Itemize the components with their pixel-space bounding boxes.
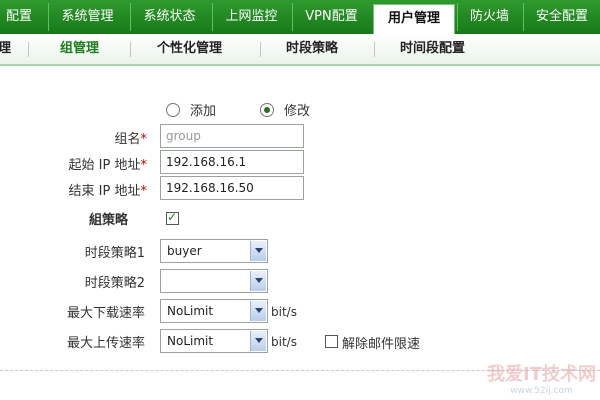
tab-security-config[interactable]: 安全配置 bbox=[523, 3, 600, 31]
max-download-label: 最大下载速率 bbox=[66, 306, 145, 321]
chevron-down-icon bbox=[250, 241, 266, 261]
sub-nav-item-time-period-config[interactable]: 时间段配置 bbox=[400, 34, 465, 64]
time-policy2-label: 时段策略2 bbox=[84, 276, 145, 291]
max-upload-select[interactable]: NoLimit bbox=[160, 329, 268, 353]
tab-system-management[interactable]: 系统管理 bbox=[48, 3, 126, 31]
sub-nav-separator bbox=[130, 42, 131, 57]
top-nav: 配置 系统管理 系统状态 上网监控 VPN配置 用户管理 防火墙 安全配置 bbox=[0, 0, 600, 34]
mode-edit-label: 修改 bbox=[284, 104, 311, 119]
chevron-down-icon bbox=[250, 331, 266, 351]
watermark-text: 我爱IT技术网 bbox=[487, 364, 596, 385]
chevron-down-icon bbox=[250, 301, 266, 321]
start-ip-input[interactable] bbox=[160, 150, 304, 174]
max-upload-label: 最大上传速率 bbox=[66, 336, 145, 351]
time-policy1-select[interactable]: buyer bbox=[160, 239, 268, 263]
tab-user-management[interactable]: 用户管理 bbox=[373, 4, 455, 34]
tab-system-status[interactable]: 系统状态 bbox=[130, 3, 208, 31]
tab-config[interactable]: 配置 bbox=[0, 3, 42, 31]
time-policy1-value: buyer bbox=[167, 244, 202, 258]
exempt-mail-checkbox[interactable] bbox=[325, 335, 338, 348]
tab-vpn-config[interactable]: VPN配置 bbox=[292, 3, 370, 31]
radio-selected-dot bbox=[264, 107, 270, 113]
mode-add-label: 添加 bbox=[190, 104, 217, 119]
time-policy2-select[interactable] bbox=[160, 269, 268, 293]
sub-nav-item-time-policy[interactable]: 时段策略 bbox=[286, 34, 338, 64]
upload-unit: bit/s bbox=[271, 335, 297, 349]
start-ip-label-text: 起始 IP 地址 bbox=[68, 158, 141, 173]
watermark: 我爱IT技术网 www.52ij.com bbox=[487, 360, 596, 396]
start-ip-label: 起始 IP 地址* bbox=[69, 154, 147, 173]
required-mark: * bbox=[140, 184, 148, 199]
watermark-url: www.52ij.com bbox=[510, 386, 573, 396]
end-ip-input[interactable] bbox=[160, 176, 304, 200]
sub-nav: 理 组管理 个性化管理 时段策略 时间段配置 bbox=[0, 34, 600, 66]
end-ip-label: 结束 IP 地址* bbox=[69, 180, 147, 199]
mode-edit-radio[interactable] bbox=[260, 103, 274, 117]
end-ip-label-text: 结束 IP 地址 bbox=[68, 184, 141, 199]
max-download-value: NoLimit bbox=[167, 304, 214, 318]
sub-nav-separator bbox=[28, 42, 29, 57]
max-download-select[interactable]: NoLimit bbox=[160, 299, 268, 323]
sub-nav-item-manage[interactable]: 理 bbox=[0, 34, 11, 64]
tab-internet-monitor[interactable]: 上网监控 bbox=[212, 3, 290, 31]
max-upload-value: NoLimit bbox=[167, 334, 214, 348]
exempt-mail-label: 解除邮件限速 bbox=[342, 337, 421, 352]
sub-nav-item-group-management[interactable]: 组管理 bbox=[60, 34, 99, 64]
group-name-label: 组名* bbox=[114, 128, 147, 147]
sub-nav-item-personalized-management[interactable]: 个性化管理 bbox=[157, 34, 222, 64]
tab-firewall[interactable]: 防火墙 bbox=[457, 3, 521, 31]
chevron-down-icon bbox=[250, 271, 266, 291]
required-mark: * bbox=[140, 158, 148, 173]
mode-add-radio[interactable] bbox=[166, 103, 180, 117]
group-policy-label: 組策略 bbox=[88, 213, 128, 228]
group-policy-checkbox[interactable] bbox=[166, 210, 179, 225]
sub-nav-separator bbox=[260, 42, 261, 57]
group-name-label-text: 组名 bbox=[114, 132, 141, 147]
download-unit: bit/s bbox=[271, 305, 297, 319]
time-policy1-label: 时段策略1 bbox=[84, 246, 145, 261]
sub-nav-separator bbox=[374, 42, 375, 57]
group-name-input[interactable] bbox=[160, 124, 304, 148]
required-mark: * bbox=[140, 132, 148, 147]
